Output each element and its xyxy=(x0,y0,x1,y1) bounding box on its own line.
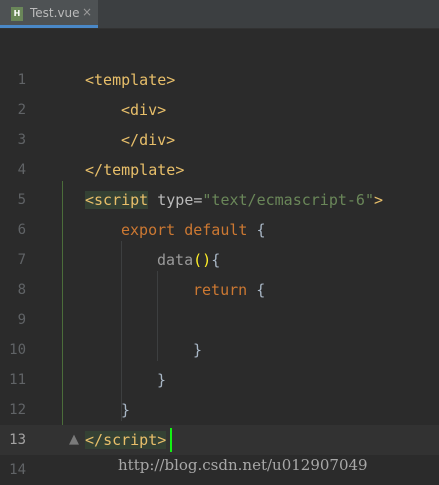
code-editor[interactable]: 1 <template> 2 <div> 3 </div> 4 </templa… xyxy=(0,29,439,485)
active-tab-indicator xyxy=(0,25,98,28)
code-text: export default { xyxy=(121,215,266,245)
attr-value: "text/ecmascript-6" xyxy=(202,191,374,209)
line-number: 5 xyxy=(17,192,26,208)
line-number: 2 xyxy=(17,102,26,118)
brace: { xyxy=(247,281,266,299)
code-line: 7 data(){ xyxy=(0,245,439,275)
code-text: <div> xyxy=(121,95,166,125)
tab-label: Test.vue xyxy=(30,6,80,20)
code-line: 12 } xyxy=(0,395,439,425)
brace: } xyxy=(121,401,131,419)
tag-name: div xyxy=(130,101,158,119)
close-icon[interactable]: × xyxy=(82,5,92,19)
tag-open: </ xyxy=(85,431,104,449)
function-name: data xyxy=(157,251,194,269)
code-line: 9 xyxy=(0,305,439,335)
code-line: 4 </template> xyxy=(0,155,439,185)
brace: { xyxy=(211,251,221,269)
code-line: 5 <script type="text/ecmascript-6"> xyxy=(0,185,439,215)
code-line-current: 13 ▲ </script> xyxy=(0,425,439,455)
tag-open: < xyxy=(85,71,95,89)
line-number: 11 xyxy=(9,372,26,388)
code-text: return { xyxy=(193,275,265,305)
line-number: 8 xyxy=(17,282,26,298)
brace: } xyxy=(193,341,203,359)
line-number: 10 xyxy=(9,342,26,358)
tag-open: < xyxy=(85,191,95,209)
tag-name: template xyxy=(103,161,176,179)
tag-name: script xyxy=(94,191,149,209)
fold-marker-icon[interactable]: ▲ xyxy=(67,433,81,447)
tag-name: template xyxy=(94,71,167,89)
line-number: 3 xyxy=(17,132,26,148)
code-line: 3 </div> xyxy=(0,125,439,155)
line-number: 9 xyxy=(17,312,26,328)
code-text: } xyxy=(157,365,166,395)
keyword-export: export xyxy=(121,221,176,239)
tag-open: </ xyxy=(85,161,104,179)
text-caret xyxy=(170,428,172,452)
attr-name: type= xyxy=(148,191,203,209)
tag-close: > xyxy=(157,101,167,119)
tag-close: > xyxy=(175,161,185,179)
line-number: 12 xyxy=(9,402,26,418)
code-line: 2 <div> xyxy=(0,95,439,125)
code-text: data(){ xyxy=(157,245,220,275)
keyword-return: return xyxy=(193,281,248,299)
code-text: <script type="text/ecmascript-6"> xyxy=(85,185,383,215)
tag-name: div xyxy=(139,131,167,149)
brace: } xyxy=(157,371,167,389)
tag-close: > xyxy=(166,71,176,89)
tag-close: > xyxy=(157,431,167,449)
code-line: 1 <template> xyxy=(0,65,439,95)
line-number: 13 xyxy=(9,432,26,448)
line-number: 6 xyxy=(17,222,26,238)
line-number: 4 xyxy=(17,162,26,178)
tab-test-vue[interactable]: H Test.vue × xyxy=(0,0,98,28)
tag-close: > xyxy=(374,191,384,209)
code-line: 8 return { xyxy=(0,275,439,305)
code-text: </div> xyxy=(121,125,175,155)
tag-name: script xyxy=(103,431,158,449)
watermark-url: http://blog.csdn.net/u012907049 xyxy=(118,456,368,474)
code-text: <template> xyxy=(85,65,175,95)
keyword-default: default xyxy=(175,221,248,239)
tag-close: > xyxy=(166,131,176,149)
vue-file-icon: H xyxy=(11,7,23,21)
code-text: } xyxy=(193,335,202,365)
brace: { xyxy=(247,221,266,239)
code-line: 11 } xyxy=(0,365,439,395)
code-line: 10 } xyxy=(0,335,439,365)
parens: () xyxy=(193,251,212,269)
code-text: } xyxy=(121,395,130,425)
code-line: 6 export default { xyxy=(0,215,439,245)
code-text: </template> xyxy=(85,155,184,185)
editor-tab-bar: H Test.vue × xyxy=(0,0,439,29)
tag-open: </ xyxy=(121,131,140,149)
line-number: 7 xyxy=(17,252,26,268)
tag-open: < xyxy=(121,101,131,119)
line-number: 14 xyxy=(9,462,26,478)
line-number: 1 xyxy=(17,72,26,88)
code-text: </script> xyxy=(85,425,167,455)
